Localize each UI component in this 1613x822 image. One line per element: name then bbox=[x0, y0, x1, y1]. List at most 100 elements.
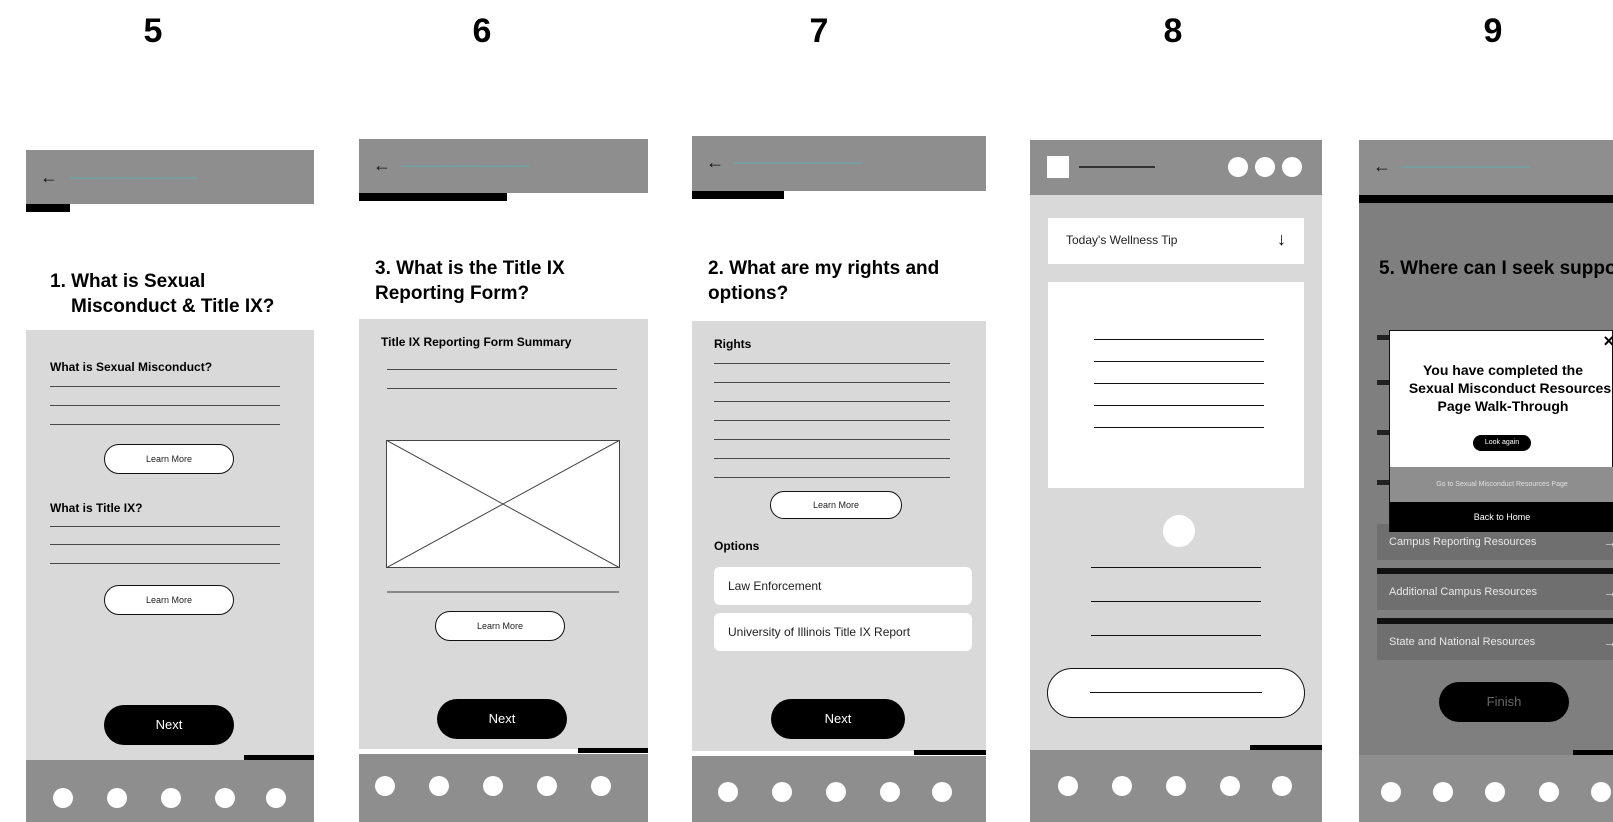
button-placeholder-line bbox=[1090, 692, 1262, 693]
nav-dot[interactable] bbox=[1112, 776, 1132, 796]
back-arrow-icon[interactable]: ← bbox=[1373, 157, 1391, 175]
learn-more-button[interactable]: Learn More bbox=[770, 491, 902, 519]
bottom-nav bbox=[1030, 750, 1322, 822]
text-line bbox=[714, 477, 950, 478]
text-line bbox=[50, 405, 280, 406]
content-panel: Title IX Reporting Form Summary Learn Mo… bbox=[359, 319, 648, 749]
nav-dot[interactable] bbox=[161, 788, 181, 808]
text-line bbox=[714, 401, 950, 402]
nav-dot[interactable] bbox=[1220, 776, 1240, 796]
nav-dot[interactable] bbox=[483, 776, 503, 796]
option-title-ix-report[interactable]: University of Illinois Title IX Report bbox=[714, 613, 972, 651]
text-line bbox=[1091, 567, 1261, 568]
nav-dot[interactable] bbox=[537, 776, 557, 796]
screen-5: ← ~~~~~~~~~~~~~~~~~~~~~~~~~~~~~~ 1. What… bbox=[26, 150, 314, 822]
progress-indicator bbox=[692, 191, 784, 199]
screen-number-9: 9 bbox=[1483, 12, 1503, 50]
title-line-1: 3. What is the Title IX bbox=[375, 258, 565, 279]
content-panel: What is Sexual Misconduct? Learn More Wh… bbox=[26, 330, 314, 760]
avatar-circle bbox=[1163, 515, 1195, 547]
back-arrow-icon[interactable]: ← bbox=[373, 156, 391, 174]
nav-dot[interactable] bbox=[1591, 782, 1611, 802]
resource-state-national[interactable]: State and National Resources → bbox=[1377, 624, 1613, 660]
nav-dot[interactable] bbox=[718, 782, 738, 802]
progress-indicator bbox=[1359, 195, 1613, 203]
resource-additional-campus[interactable]: Additional Campus Resources → bbox=[1377, 574, 1613, 610]
corner-bar bbox=[914, 750, 986, 755]
back-to-home-button[interactable]: Back to Home bbox=[1390, 502, 1613, 532]
nav-dot[interactable] bbox=[215, 788, 235, 808]
back-arrow-icon[interactable]: ← bbox=[40, 168, 58, 186]
breadcrumb-scribble: ~~~~~~~~~~~~~~~~~~~~~~~~~~~~~~ bbox=[1401, 163, 1530, 172]
wellness-tip-dropdown[interactable]: Today's Wellness Tip ↓ bbox=[1048, 218, 1304, 264]
section-heading: What is Sexual Misconduct? bbox=[50, 360, 213, 374]
text-line bbox=[50, 424, 280, 425]
close-icon[interactable]: × bbox=[1603, 331, 1613, 352]
summary-heading: Title IX Reporting Form Summary bbox=[381, 335, 572, 349]
title-line-2: Reporting Form? bbox=[375, 283, 530, 304]
nav-dot[interactable] bbox=[53, 788, 73, 808]
menu-dot[interactable] bbox=[1282, 157, 1302, 177]
breadcrumb-scribble: ~~~~~~~~~~~~~~~~~~~~~~~~~~~~~~ bbox=[401, 162, 530, 171]
text-line bbox=[1094, 405, 1264, 406]
text-line bbox=[714, 458, 950, 459]
nav-dot[interactable] bbox=[591, 776, 611, 796]
nav-dot[interactable] bbox=[772, 782, 792, 802]
menu-dot[interactable] bbox=[1255, 157, 1275, 177]
nav-dot[interactable] bbox=[266, 788, 286, 808]
page-title: 2. What are my rights and options? bbox=[708, 256, 939, 306]
action-button[interactable] bbox=[1047, 668, 1305, 718]
nav-dot[interactable] bbox=[375, 776, 395, 796]
nav-dot[interactable] bbox=[1058, 776, 1078, 796]
nav-dot[interactable] bbox=[107, 788, 127, 808]
text-line bbox=[1091, 635, 1261, 636]
text-line bbox=[50, 526, 280, 527]
nav-dot[interactable] bbox=[932, 782, 952, 802]
nav-dot[interactable] bbox=[1272, 776, 1292, 796]
corner-bar bbox=[578, 748, 648, 753]
options-heading: Options bbox=[714, 539, 760, 553]
learn-more-button[interactable]: Learn More bbox=[104, 444, 234, 474]
nav-dot[interactable] bbox=[826, 782, 846, 802]
bottom-nav bbox=[1359, 755, 1613, 822]
title-line-2: options? bbox=[708, 283, 789, 304]
back-arrow-icon[interactable]: ← bbox=[706, 153, 724, 171]
bottom-nav bbox=[359, 754, 648, 822]
text-line bbox=[1094, 339, 1264, 340]
progress-indicator bbox=[26, 204, 70, 212]
page-title: 5. Where can I seek suppor bbox=[1379, 258, 1613, 279]
menu-dot[interactable] bbox=[1228, 157, 1248, 177]
go-to-resources-button[interactable]: Go to Sexual Misconduct Resources Page bbox=[1390, 467, 1613, 502]
nav-dot[interactable] bbox=[1166, 776, 1186, 796]
title-placeholder-line bbox=[1079, 166, 1155, 168]
breadcrumb-scribble: ~~~~~~~~~~~~~~~~~~~~~~~~~~~~~~ bbox=[734, 159, 863, 168]
modal-line-1: You have completed the bbox=[1423, 362, 1583, 378]
progress-indicator bbox=[359, 193, 507, 201]
look-again-button[interactable]: Look again bbox=[1473, 435, 1531, 451]
nav-dot[interactable] bbox=[1539, 782, 1559, 802]
option-law-enforcement[interactable]: Law Enforcement bbox=[714, 567, 972, 605]
next-button[interactable]: Next bbox=[771, 699, 905, 739]
next-button[interactable]: Next bbox=[437, 699, 567, 739]
learn-more-button[interactable]: Learn More bbox=[104, 585, 234, 615]
screen-number-7: 7 bbox=[809, 12, 829, 50]
modal-message: You have completed the Sexual Misconduct… bbox=[1390, 361, 1613, 415]
learn-more-button[interactable]: Learn More bbox=[435, 611, 565, 641]
modal-line-2: Sexual Misconduct Resources bbox=[1408, 380, 1612, 396]
nav-dot[interactable] bbox=[1485, 782, 1505, 802]
text-line bbox=[1094, 427, 1264, 428]
finish-button[interactable]: Finish bbox=[1439, 682, 1569, 722]
section-heading: What is Title IX? bbox=[50, 501, 143, 515]
text-line bbox=[1091, 601, 1261, 602]
title-line-2: Misconduct & Title IX? bbox=[71, 296, 275, 317]
screen-9: ← ~~~~~~~~~~~~~~~~~~~~~~~~~~~~~~ 5. Wher… bbox=[1359, 140, 1613, 822]
nav-dot[interactable] bbox=[880, 782, 900, 802]
image-placeholder bbox=[386, 440, 620, 568]
text-line bbox=[387, 591, 619, 593]
screen-number-8: 8 bbox=[1163, 12, 1183, 50]
nav-dot[interactable] bbox=[1381, 782, 1401, 802]
next-button[interactable]: Next bbox=[104, 705, 234, 745]
nav-dot[interactable] bbox=[429, 776, 449, 796]
nav-dot[interactable] bbox=[1433, 782, 1453, 802]
wellness-tip-label: Today's Wellness Tip bbox=[1066, 233, 1178, 247]
